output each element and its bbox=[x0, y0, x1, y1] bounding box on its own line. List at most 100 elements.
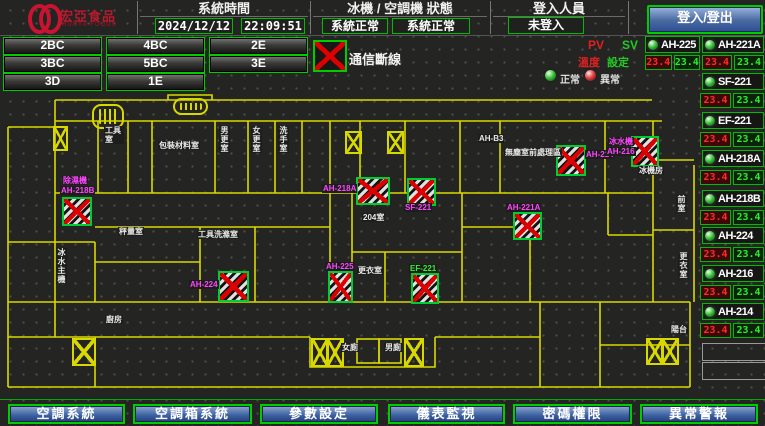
plan-unit-icon-AH-224[interactable] bbox=[218, 271, 249, 302]
floor-button-3bc[interactable]: 3BC bbox=[3, 55, 102, 73]
ahu-status-value: 系統正常 bbox=[392, 18, 470, 34]
stair-icon-6 bbox=[404, 338, 424, 367]
unit-values-ah-218a: 23.4 23.4 bbox=[700, 170, 764, 185]
sv-value: 23.4 bbox=[733, 323, 764, 338]
stair-icon-3 bbox=[72, 338, 96, 366]
unit-row-ef-221[interactable]: EF-221 bbox=[702, 112, 764, 129]
plan-label-洗手室: 洗手室 bbox=[278, 126, 289, 153]
login-logout-button[interactable]: 登入/登出 bbox=[647, 5, 763, 34]
divider bbox=[310, 1, 311, 34]
plan-label-女廁: 女廁 bbox=[341, 343, 359, 352]
sv-value: 23.4 bbox=[734, 55, 764, 70]
pv-value: 23.4 bbox=[700, 210, 731, 225]
unit-row-sf-221[interactable]: SF-221 bbox=[702, 73, 764, 90]
footer-button-ac-system[interactable]: 空調系統 bbox=[8, 404, 125, 424]
plan-label-冰水主機: 冰水主機 bbox=[56, 248, 67, 284]
unit-name: AH-218A bbox=[718, 153, 760, 165]
unit-lamp-icon bbox=[705, 307, 715, 317]
pv-value: 23.4 bbox=[702, 55, 732, 70]
unit-lamp-icon bbox=[705, 231, 715, 241]
unit-row-ah-216[interactable]: AH-216 bbox=[702, 265, 764, 282]
unit-lamp-icon bbox=[705, 40, 715, 50]
floor-button-2bc[interactable]: 2BC bbox=[3, 37, 102, 55]
plan-label-EF-221: EF-221 bbox=[409, 264, 437, 273]
brand-subtitle: HUNYA FOODS bbox=[62, 22, 117, 28]
plan-label-無塵室前處理區: 無塵室前處理區 bbox=[504, 148, 562, 157]
unit-name: AH-225 bbox=[661, 39, 696, 51]
plan-label-男廁: 男廁 bbox=[384, 343, 402, 352]
sv-label: SV bbox=[622, 38, 638, 52]
plan-unit-icon-SF-221[interactable] bbox=[407, 178, 436, 206]
stair-icon-2 bbox=[387, 131, 404, 154]
plan-label-包裝材料室: 包裝材料室 bbox=[158, 141, 200, 150]
plan-label-AH-221A: AH-221A bbox=[506, 203, 541, 212]
plan-label-男更室: 男更室 bbox=[219, 126, 230, 153]
plan-unit-icon-AH-218A[interactable] bbox=[356, 177, 390, 205]
pv-value: 23.4 bbox=[645, 55, 672, 70]
footer-bar: 空調系統 空調箱系統 參數設定 儀表監視 密碼權限 異常警報 bbox=[0, 399, 765, 426]
plan-label-AH-B3: AH-B3 bbox=[478, 134, 504, 143]
floor-button-1e[interactable]: 1E bbox=[106, 73, 205, 91]
unit-name: AH-214 bbox=[718, 306, 753, 318]
plan-unit-icon-AH-221A[interactable] bbox=[513, 212, 542, 240]
floor-button-3d[interactable]: 3D bbox=[3, 73, 102, 91]
sv-value: 23.4 bbox=[674, 55, 701, 70]
sv-value: 23.4 bbox=[733, 132, 764, 147]
stair-icon-0 bbox=[53, 126, 68, 151]
stair-icon-7 bbox=[646, 338, 664, 365]
plan-label-204室: 204室 bbox=[362, 213, 385, 222]
plan-label-更衣室: 更衣室 bbox=[357, 266, 383, 275]
plan-unit-icon-EF-221[interactable] bbox=[411, 273, 439, 304]
unit-lamp-icon bbox=[648, 40, 658, 50]
unit-values-ef-221: 23.4 23.4 bbox=[700, 132, 764, 147]
sv-desc-label: 設定 bbox=[607, 54, 629, 70]
floor-button-3e[interactable]: 3E bbox=[209, 55, 308, 73]
unit-row-ah-224[interactable]: AH-224 bbox=[702, 227, 764, 244]
divider bbox=[137, 1, 138, 34]
footer-button-parameters[interactable]: 參數設定 bbox=[260, 404, 378, 424]
plan-label-工具洗滌室: 工具洗滌室 bbox=[197, 230, 239, 239]
empty-unit-slot bbox=[702, 343, 765, 361]
footer-button-password[interactable]: 密碼權限 bbox=[513, 404, 632, 424]
pv-value: 23.4 bbox=[700, 323, 731, 338]
unit-row-ah-225[interactable]: AH-225 bbox=[645, 36, 700, 53]
abnormal-legend-label: 異常 bbox=[600, 71, 620, 86]
header-bar: 宏亞食品 HUNYA FOODS 系統時間 2024/12/12 22:09:5… bbox=[0, 0, 765, 36]
system-time-value: 22:09:51 bbox=[241, 18, 305, 34]
offline-legend-label: 通信斷線 bbox=[349, 49, 401, 68]
lift-icon-1 bbox=[173, 98, 208, 115]
plan-label-SF-221: SF-221 bbox=[404, 203, 432, 212]
sv-value: 23.4 bbox=[733, 285, 764, 300]
plan-unit-icon-AH-225[interactable] bbox=[328, 271, 353, 303]
floor-button-2e[interactable]: 2E bbox=[209, 37, 308, 55]
unit-values-ah-221a: 23.4 23.4 bbox=[702, 55, 764, 70]
footer-button-instruments[interactable]: 儀表監視 bbox=[388, 404, 505, 424]
unit-lamp-icon bbox=[705, 77, 715, 87]
pv-value: 23.4 bbox=[700, 93, 731, 108]
plan-label-工具室: 工具室 bbox=[104, 126, 124, 144]
unit-row-ah-218a[interactable]: AH-218A bbox=[702, 150, 764, 167]
stair-icon-8 bbox=[661, 338, 679, 365]
floor-button-5bc[interactable]: 5BC bbox=[106, 55, 205, 73]
unit-values-sf-221: 23.4 23.4 bbox=[700, 93, 764, 108]
pv-label: PV bbox=[588, 38, 604, 52]
plan-unit-icon-AH-218B[interactable] bbox=[62, 197, 92, 226]
unit-name: AH-218B bbox=[718, 193, 760, 205]
footer-button-alarm[interactable]: 異常警報 bbox=[640, 404, 758, 424]
unit-values-ah-225: 23.4 23.4 bbox=[645, 55, 700, 70]
floor-button-4bc[interactable]: 4BC bbox=[106, 37, 205, 55]
unit-row-ah-214[interactable]: AH-214 bbox=[702, 303, 764, 320]
plan-label-除濕機: 除濕機 bbox=[62, 176, 88, 185]
footer-button-ahu-system[interactable]: 空調箱系統 bbox=[133, 404, 252, 424]
unit-row-ah-221a[interactable]: AH-221A bbox=[702, 36, 764, 53]
pv-value: 23.4 bbox=[700, 132, 731, 147]
divider bbox=[628, 1, 629, 34]
system-date-value: 2024/12/12 bbox=[155, 18, 233, 34]
pv-value: 23.4 bbox=[700, 285, 731, 300]
normal-legend-label: 正常 bbox=[560, 71, 580, 86]
unit-values-ah-216: 23.4 23.4 bbox=[700, 285, 764, 300]
plan-label-AH-218A: AH-218A bbox=[322, 184, 357, 193]
unit-values-ah-214: 23.4 23.4 bbox=[700, 323, 764, 338]
stair-icon-4 bbox=[311, 338, 329, 367]
unit-row-ah-218b[interactable]: AH-218B bbox=[702, 190, 764, 207]
